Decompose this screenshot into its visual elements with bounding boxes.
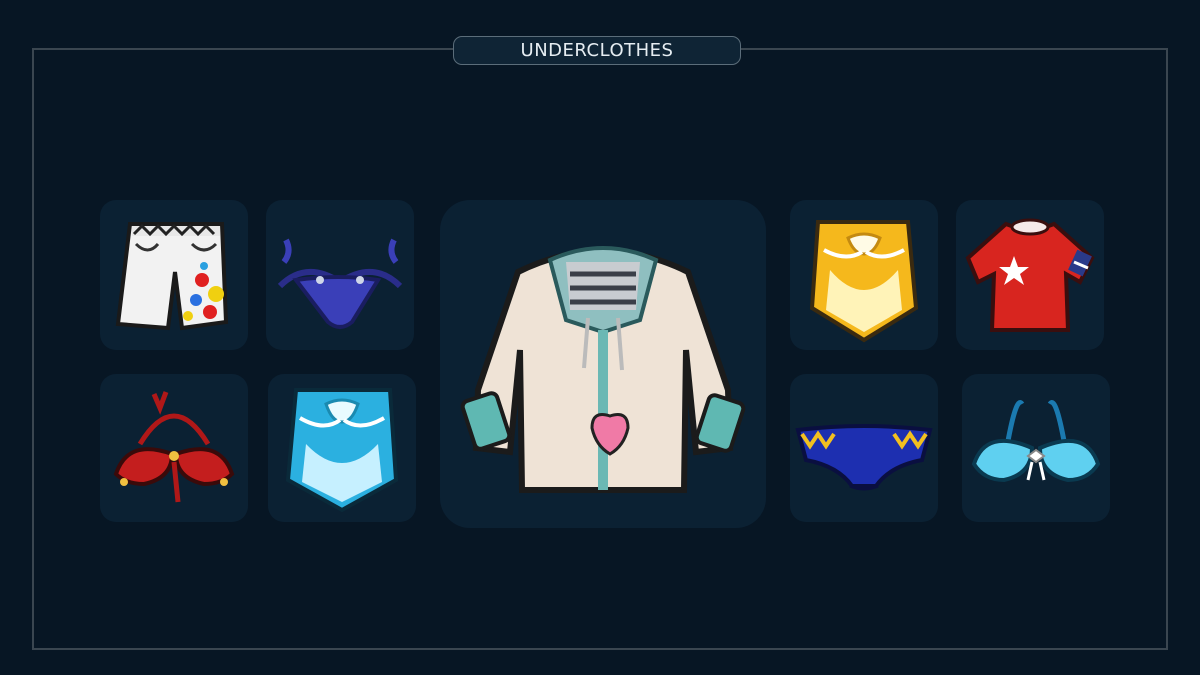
item-slot-sarong-yellow[interactable]	[790, 200, 938, 350]
item-slot-bikini-top-blue[interactable]	[962, 374, 1110, 522]
swim-brief-blue-icon	[795, 424, 933, 491]
sarong-yellow-icon	[809, 220, 919, 343]
item-slot-bikini-top-red[interactable]	[100, 374, 248, 522]
sarong-blue-icon	[285, 388, 399, 513]
item-slot-hoodie-jacket[interactable]	[440, 200, 766, 528]
item-slot-sarong-blue[interactable]	[268, 374, 416, 522]
item-slot-swim-brief-blue[interactable]	[790, 374, 938, 522]
hoodie-jacket-icon	[460, 246, 746, 493]
item-slot-bikini-bottom-navy[interactable]	[266, 200, 414, 350]
red-tshirt-icon	[965, 218, 1095, 332]
bikini-top-blue-icon	[971, 400, 1101, 483]
swim-trunks-icon	[115, 222, 229, 331]
category-title: UNDERCLOTHES	[453, 36, 741, 65]
item-slot-red-tshirt[interactable]	[956, 200, 1104, 350]
bikini-top-red-icon	[113, 391, 235, 503]
bikini-bottom-navy-icon	[277, 238, 403, 329]
item-slot-swim-trunks[interactable]	[100, 200, 248, 350]
